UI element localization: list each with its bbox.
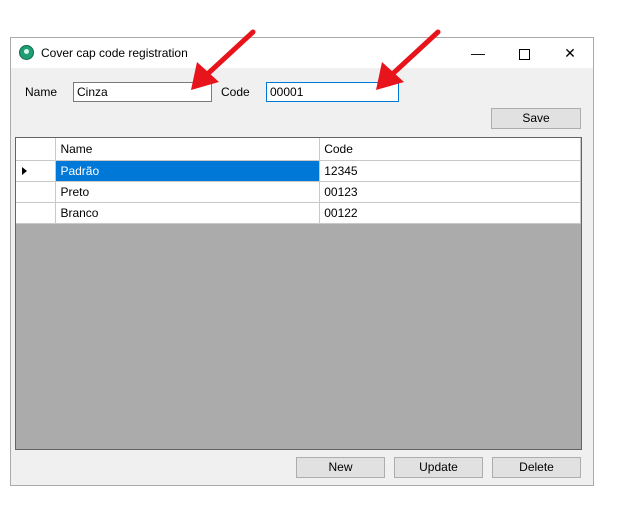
app-icon <box>19 45 34 60</box>
close-button[interactable]: ✕ <box>547 38 593 68</box>
row-header[interactable] <box>16 160 57 182</box>
maximize-button[interactable] <box>501 38 547 68</box>
name-label: Name <box>25 85 58 99</box>
annotation-arrow <box>191 29 256 90</box>
save-button[interactable]: Save <box>491 108 581 129</box>
column-header-code[interactable]: Code <box>319 138 581 161</box>
cell-name[interactable]: Preto <box>55 181 321 203</box>
row-header[interactable] <box>16 181 57 203</box>
data-grid[interactable]: Name Code Padrão 12345 Preto 00123 Branc… <box>15 137 582 450</box>
grid-header-row: Name Code <box>16 138 581 161</box>
cell-code[interactable]: 00122 <box>319 202 581 224</box>
grid-table: Name Code Padrão 12345 Preto 00123 Branc… <box>16 138 581 224</box>
cell-code[interactable]: 12345 <box>319 160 581 182</box>
window-title: Cover cap code registration <box>41 46 188 60</box>
column-header-name[interactable]: Name <box>55 138 321 161</box>
delete-button[interactable]: Delete <box>492 457 581 478</box>
new-button[interactable]: New <box>296 457 385 478</box>
table-row[interactable]: Preto 00123 <box>16 181 581 203</box>
table-row[interactable]: Padrão 12345 <box>16 160 581 182</box>
row-header-corner[interactable] <box>16 138 57 161</box>
cell-name[interactable]: Branco <box>55 202 321 224</box>
annotation-arrow <box>376 29 441 90</box>
title-bar[interactable]: Cover cap code registration — ✕ <box>11 38 593 68</box>
table-row[interactable]: Branco 00122 <box>16 202 581 224</box>
row-header[interactable] <box>16 202 57 224</box>
cell-code[interactable]: 00123 <box>319 181 581 203</box>
update-button[interactable]: Update <box>394 457 483 478</box>
cell-name[interactable]: Padrão <box>55 160 321 182</box>
row-indicator-icon <box>22 166 27 175</box>
maximize-icon <box>518 48 530 60</box>
minimize-button[interactable]: — <box>455 38 501 68</box>
app-window: Cover cap code registration — ✕ Name Cod… <box>10 37 594 486</box>
